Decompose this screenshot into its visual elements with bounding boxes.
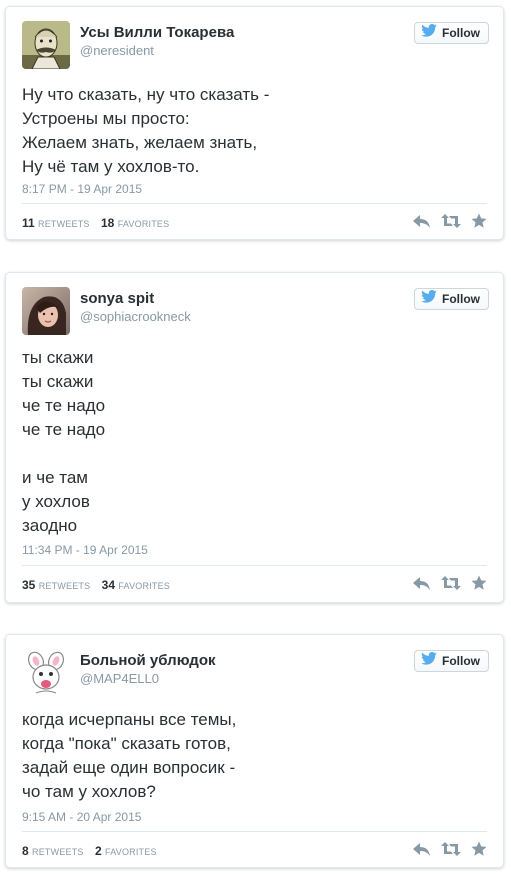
tweet-card: sonya spit @sophiacrookneck Follow ты ск…: [5, 272, 504, 603]
tweet-timestamp[interactable]: 11:34 PM - 19 Apr 2015: [22, 543, 148, 557]
tweet-text: Ну что сказать, ну что сказать - Устроен…: [22, 85, 270, 176]
favorite-count[interactable]: 2: [95, 844, 102, 858]
retweet-icon[interactable]: [441, 841, 461, 862]
tweet-text: когда исчерпаны все темы, когда "пока" с…: [22, 710, 237, 801]
follow-label: Follow: [442, 292, 480, 306]
tweet-card: Усы Вилли Токарева @neresident Follow Ну…: [5, 6, 504, 240]
tweet-stats: 35 RETWEETS 34 FAVORITES: [22, 578, 178, 592]
tweet-card: Больной ублюдок @MAP4ELL0 Follow когда и…: [5, 634, 504, 868]
tweet-author: sonya spit @sophiacrookneck: [80, 290, 191, 326]
tweet-author: Больной ублюдок @MAP4ELL0: [80, 652, 216, 688]
tweet-timestamp[interactable]: 9:15 AM - 20 Apr 2015: [22, 810, 141, 824]
reply-icon[interactable]: [413, 575, 431, 596]
tweet-actions: [413, 213, 487, 234]
avatar[interactable]: [22, 287, 70, 335]
tweet-header: Больной ублюдок @MAP4ELL0 Follow: [22, 649, 489, 699]
retweet-count[interactable]: 11: [22, 216, 35, 230]
avatar[interactable]: [22, 649, 70, 697]
favorite-label: FAVORITES: [118, 581, 171, 591]
follow-label: Follow: [442, 26, 480, 40]
twitter-bird-icon: [421, 289, 437, 309]
tweet-header: Усы Вилли Токарева @neresident Follow: [22, 21, 489, 71]
reply-icon[interactable]: [413, 213, 431, 234]
tweet-timestamp[interactable]: 8:17 PM - 19 Apr 2015: [22, 182, 142, 196]
favorite-label: FAVORITES: [105, 847, 157, 857]
favorite-star-icon[interactable]: [471, 841, 487, 862]
reply-icon[interactable]: [413, 841, 431, 862]
tweet-actions: [413, 575, 487, 596]
retweet-label: RETWEETS: [38, 581, 91, 591]
tweet-header: sonya spit @sophiacrookneck Follow: [22, 287, 489, 337]
follow-label: Follow: [442, 654, 480, 668]
screen-name[interactable]: @sophiacrookneck: [80, 308, 191, 326]
tweet-text: ты скажи ты скажи че те надо че те надо …: [22, 348, 106, 535]
twitter-bird-icon: [421, 651, 437, 671]
twitter-bird-icon: [421, 23, 437, 43]
retweet-icon[interactable]: [441, 575, 461, 596]
screen-name[interactable]: @neresident: [80, 42, 234, 60]
retweet-count[interactable]: 8: [22, 844, 29, 858]
tweet-stats: 11 RETWEETS 18 FAVORITES: [22, 216, 177, 230]
avatar[interactable]: [22, 21, 70, 69]
tweet-stats: 8 RETWEETS 2 FAVORITES: [22, 844, 165, 858]
tweet-actions: [413, 841, 487, 862]
display-name[interactable]: sonya spit: [80, 290, 191, 308]
retweet-count[interactable]: 35: [22, 578, 35, 592]
retweet-label: RETWEETS: [32, 847, 84, 857]
screen-name[interactable]: @MAP4ELL0: [80, 670, 216, 688]
tweet-author: Усы Вилли Токарева @neresident: [80, 24, 234, 60]
retweet-label: RETWEETS: [38, 219, 90, 229]
favorite-count[interactable]: 18: [101, 216, 114, 230]
divider: [22, 565, 487, 566]
display-name[interactable]: Больной ублюдок: [80, 652, 216, 670]
display-name[interactable]: Усы Вилли Токарева: [80, 24, 234, 42]
retweet-icon[interactable]: [441, 213, 461, 234]
favorite-star-icon[interactable]: [471, 575, 487, 596]
divider: [22, 831, 487, 832]
favorite-star-icon[interactable]: [471, 213, 487, 234]
favorite-label: FAVORITES: [117, 219, 170, 229]
follow-button[interactable]: Follow: [414, 288, 489, 310]
favorite-count[interactable]: 34: [102, 578, 115, 592]
follow-button[interactable]: Follow: [414, 650, 489, 672]
divider: [22, 203, 487, 204]
follow-button[interactable]: Follow: [414, 22, 489, 44]
